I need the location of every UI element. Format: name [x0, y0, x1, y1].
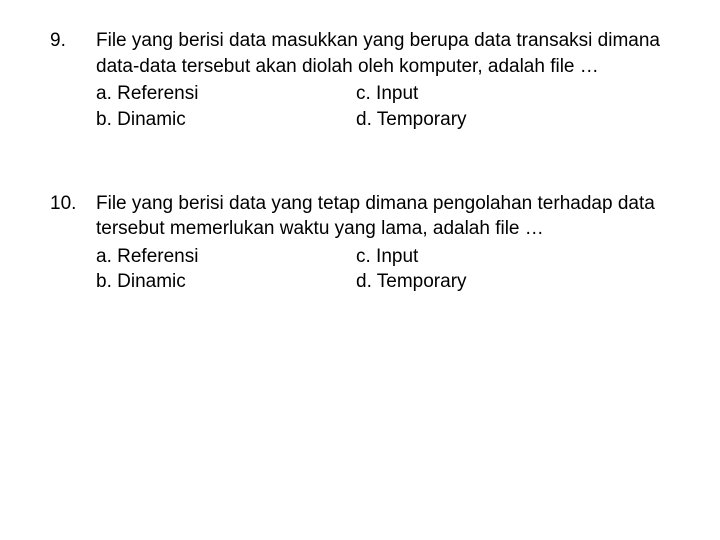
question-body: File yang berisi data yang tetap dimana …: [96, 191, 670, 296]
question-stem: File yang berisi data masukkan yang beru…: [96, 28, 670, 79]
question-number: 9.: [50, 28, 96, 133]
options-right-column: c. Input d. Temporary: [356, 244, 670, 295]
option-b: b. Dinamic: [96, 269, 356, 295]
page: 9. File yang berisi data masukkan yang b…: [0, 0, 720, 295]
option-c: c. Input: [356, 81, 670, 107]
question-number: 10.: [50, 191, 96, 296]
options: a. Referensi b. Dinamic c. Input d. Temp…: [96, 244, 670, 295]
option-d: d. Temporary: [356, 269, 670, 295]
option-d: d. Temporary: [356, 107, 670, 133]
options: a. Referensi b. Dinamic c. Input d. Temp…: [96, 81, 670, 132]
question-body: File yang berisi data masukkan yang beru…: [96, 28, 670, 133]
option-a: a. Referensi: [96, 81, 356, 107]
option-b: b. Dinamic: [96, 107, 356, 133]
options-right-column: c. Input d. Temporary: [356, 81, 670, 132]
question-10: 10. File yang berisi data yang tetap dim…: [50, 191, 670, 296]
option-c: c. Input: [356, 244, 670, 270]
options-left-column: a. Referensi b. Dinamic: [96, 81, 356, 132]
options-left-column: a. Referensi b. Dinamic: [96, 244, 356, 295]
question-stem: File yang berisi data yang tetap dimana …: [96, 191, 670, 242]
option-a: a. Referensi: [96, 244, 356, 270]
question-9: 9. File yang berisi data masukkan yang b…: [50, 28, 670, 133]
